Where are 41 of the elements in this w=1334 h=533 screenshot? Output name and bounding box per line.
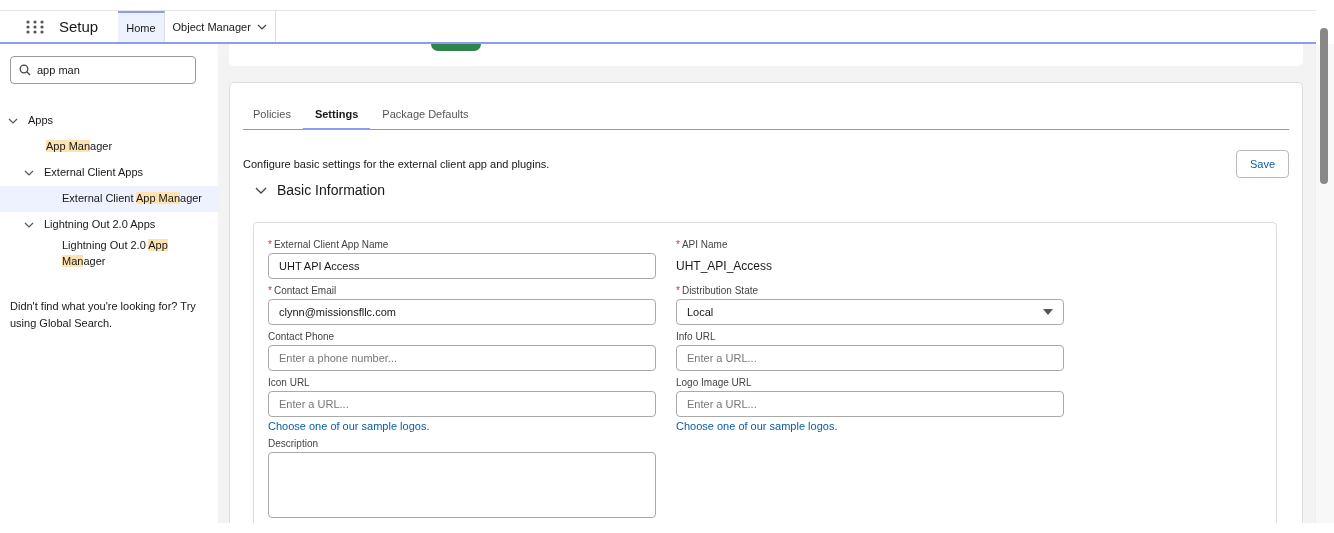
save-button[interactable]: Save (1235, 150, 1289, 178)
section-title: Basic Information (277, 182, 386, 198)
chevron-icon[interactable] (255, 186, 267, 194)
chevron-icon[interactable] (24, 222, 34, 228)
chevron-icon[interactable] (24, 170, 34, 176)
sample-logos-link[interactable]: Choose one of our sample logos. (268, 420, 430, 432)
tab[interactable]: Package Defaults (370, 103, 481, 130)
input-field[interactable]: Enter a URL... (268, 391, 656, 417)
field-label: * API Name (676, 239, 729, 250)
help-text: Didn't find what you're looking for? Try using Global Search. (10, 298, 197, 332)
input-field[interactable]: clynn@missionsfllc.com (268, 299, 656, 325)
field-label: Info URL (676, 331, 717, 342)
field-label: * Distribution State (676, 285, 760, 296)
field-label: Icon URL (268, 377, 311, 388)
input-field[interactable]: Enter a URL... (676, 391, 1064, 417)
dropdown-arrow-icon (1043, 309, 1053, 315)
search-field[interactable]: app man (10, 56, 196, 84)
tab[interactable]: Settings (302, 103, 371, 130)
app-name: Setup (59, 18, 99, 35)
input-field[interactable]: UHT API Access (268, 253, 656, 279)
nav-tab[interactable]: Home (118, 11, 165, 42)
textarea-field[interactable] (268, 452, 656, 518)
dropdown-field[interactable]: Local (676, 299, 1064, 325)
field-label: Logo Image URL (676, 377, 753, 388)
field-label: Description (268, 438, 320, 449)
input-field[interactable]: Enter a phone number... (268, 345, 656, 371)
chevron-icon[interactable] (8, 118, 18, 124)
field-value: UHT_API_Access (676, 258, 774, 275)
scrollbar-thumb[interactable] (1320, 28, 1328, 184)
description-text: Configure basic settings for the external client app and plugins. (243, 158, 550, 170)
tab[interactable]: Policies (243, 103, 303, 130)
tree-item[interactable]: Lightning Out 2.0 Apps (44, 217, 156, 233)
sample-logos-link[interactable]: Choose one of our sample logos. (676, 420, 838, 432)
status-pill (431, 44, 481, 51)
field-label: * External Client App Name (268, 239, 390, 250)
tree-item[interactable]: Apps (28, 113, 54, 129)
field-label: Contact Phone (268, 331, 336, 342)
app-launcher-icon[interactable] (26, 19, 44, 34)
field-label: * Contact Email (268, 285, 338, 296)
input-field[interactable]: Enter a URL... (676, 345, 1064, 371)
tree-item[interactable]: External Client Apps (44, 165, 144, 181)
